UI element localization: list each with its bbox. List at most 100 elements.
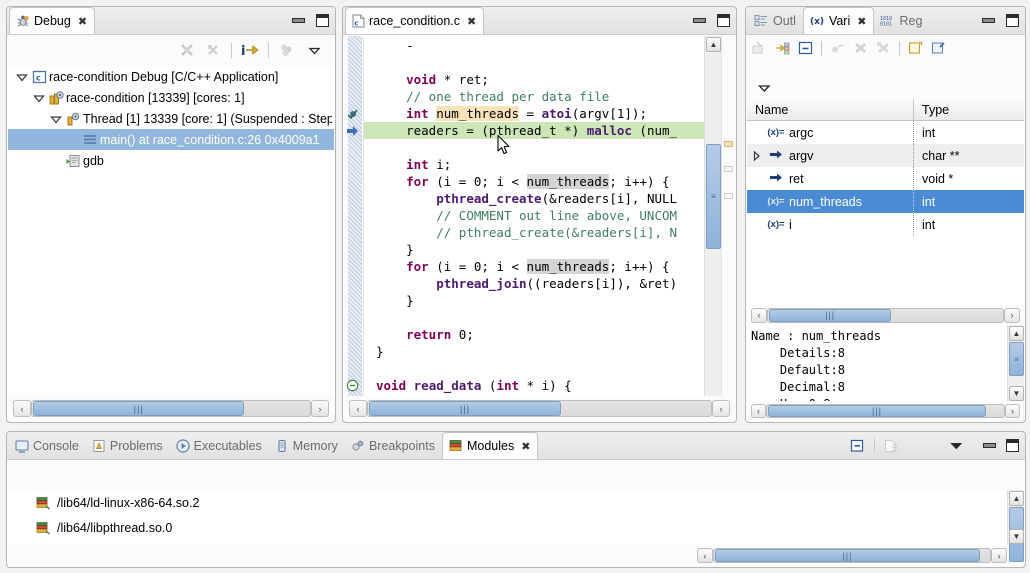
details-vscroll-thumb[interactable]: ≡ <box>1009 342 1024 376</box>
scroll-right-button[interactable]: › <box>1004 308 1020 323</box>
code-line[interactable]: } <box>364 241 704 258</box>
disconnect-icon[interactable] <box>179 42 196 58</box>
code-line[interactable] <box>364 309 704 326</box>
debug-hscroll-thumb[interactable]: ||| <box>33 401 244 416</box>
modules-list[interactable]: /lib64/ld-linux-x86-64.so.2/lib64/libpth… <box>8 490 1007 545</box>
variable-row[interactable]: argvchar ** <box>747 144 1024 167</box>
variable-row[interactable]: retvoid * <box>747 167 1024 190</box>
code-line[interactable]: - <box>364 37 704 54</box>
overview-marker-occurrence[interactable] <box>724 166 733 172</box>
scroll-left-button[interactable]: ‹ <box>349 400 367 417</box>
watch-icon[interactable] <box>830 41 845 55</box>
variables-hscroll-track[interactable]: ||| <box>767 308 1004 323</box>
close-icon[interactable]: ✖ <box>78 15 87 28</box>
code-line[interactable]: int i; <box>364 156 704 173</box>
minimize-button[interactable] <box>693 18 706 23</box>
maximize-button[interactable] <box>1006 14 1019 27</box>
scroll-left-button[interactable]: ‹ <box>13 400 31 417</box>
debug-tree-row[interactable]: main() at race_condition.c:26 0x4009a1 <box>8 129 334 150</box>
scroll-left-button[interactable]: ‹ <box>751 404 766 418</box>
expand-arrow-icon[interactable] <box>749 150 763 162</box>
code-line[interactable]: } <box>364 292 704 309</box>
editor-hscroll-track[interactable]: ||| <box>367 400 712 417</box>
scroll-down-button[interactable]: ▼ <box>1009 529 1024 544</box>
edit-watch-icon[interactable] <box>931 41 946 55</box>
debug-hscroll-track[interactable]: ||| <box>31 400 311 417</box>
debug-tree-row[interactable]: race-condition [13339] [cores: 1] <box>8 87 334 108</box>
code-line[interactable]: int num_threads = atoi(argv[1]); <box>364 105 704 122</box>
variable-row[interactable]: (x)=iint <box>747 213 1024 236</box>
breakpoint-marker-icon[interactable] <box>346 107 360 124</box>
code-line[interactable]: for (i = 0; i < num_threads; i++) { <box>364 173 704 190</box>
debug-tree-row[interactable]: Thread [1] 13339 [core: 1] (Suspended : … <box>8 108 334 129</box>
variable-row[interactable]: (x)=argcint <box>747 121 1024 144</box>
code-line[interactable]: readers = (pthread_t *) malloc (num_ <box>364 122 704 139</box>
debug-hscrollbar[interactable]: ‹ ||| › <box>8 396 334 421</box>
code-line[interactable]: // pthread_create(&readers[i], N <box>364 224 704 241</box>
code-line[interactable]: pthread_join((readers[i]), &ret) <box>364 275 704 292</box>
tab-executables[interactable]: Executables <box>170 432 269 459</box>
details-hscroll-track[interactable]: ||| <box>766 404 1005 418</box>
new-expression-icon[interactable] <box>908 41 923 55</box>
code-line[interactable] <box>364 360 704 377</box>
code-line[interactable]: // COMMENT out line above, UNCOM <box>364 207 704 224</box>
close-icon[interactable]: ✖ <box>467 15 476 28</box>
code-line[interactable] <box>364 54 704 71</box>
remove-all-terminated-icon[interactable] <box>205 42 222 58</box>
bottom-vscrollbar[interactable]: ▲ ≡ ▼ <box>1007 490 1024 545</box>
collapse-all-icon[interactable] <box>850 439 865 453</box>
overview-marker-breakpoint[interactable] <box>724 141 733 147</box>
code-line[interactable]: void read_data (int * i) { <box>364 377 704 394</box>
editor-marker-ruler[interactable] <box>344 36 364 421</box>
minimize-button[interactable] <box>292 18 305 23</box>
code-line[interactable] <box>364 139 704 156</box>
tab-memory[interactable]: Memory <box>269 432 345 459</box>
scroll-up-button[interactable]: ▲ <box>1009 491 1024 506</box>
maximize-button[interactable] <box>1006 439 1019 452</box>
fold-collapse-icon[interactable] <box>346 379 360 396</box>
tree-twisty-expanded[interactable] <box>48 113 64 125</box>
bottom-hscroll-track[interactable]: ||| <box>713 548 991 563</box>
bottom-view-menu[interactable] <box>950 441 963 455</box>
editor-vscroll-thumb[interactable]: ≡ <box>706 144 721 249</box>
debug-tree[interactable]: crace-condition Debug [C/C++ Application… <box>8 66 334 394</box>
show-type-names-icon[interactable] <box>775 41 790 55</box>
tab-problems[interactable]: Problems <box>86 432 170 459</box>
module-row[interactable]: /lib64/ld-linux-x86-64.so.2 <box>8 490 1007 515</box>
scroll-up-button[interactable]: ▲ <box>706 37 721 52</box>
tab-vari[interactable]: (x)=Vari✖ <box>803 7 875 35</box>
code-line[interactable]: return 0; <box>364 326 704 343</box>
scroll-right-button[interactable]: › <box>311 400 329 417</box>
module-row[interactable]: /lib64/libpthread.so.0 <box>8 515 1007 540</box>
tab-debug[interactable]: Debug ✖ <box>9 7 95 35</box>
close-icon[interactable]: ✖ <box>857 15 866 28</box>
bottom-hscrollbar[interactable]: ‹ ||| › <box>697 546 1007 565</box>
step-into-selection-icon[interactable]: i <box>241 42 259 58</box>
scroll-right-button[interactable]: › <box>712 400 730 417</box>
variables-table[interactable]: Name Type (x)=argcintargvchar **retvoid … <box>747 99 1024 305</box>
code-line[interactable]: } <box>364 343 704 360</box>
code-area[interactable]: - void * ret; // one thread per data fil… <box>364 36 704 421</box>
maximize-button[interactable] <box>717 14 730 27</box>
code-line[interactable]: // one thread per data file <box>364 88 704 105</box>
bottom-hscroll-thumb[interactable]: ||| <box>715 549 980 562</box>
column-header-name[interactable]: Name <box>747 99 914 120</box>
tree-twisty-expanded[interactable] <box>31 92 47 104</box>
code-line[interactable]: void * ret; <box>364 71 704 88</box>
code-line[interactable]: pthread_create(&readers[i], NULL <box>364 190 704 207</box>
tab-console[interactable]: Console <box>9 432 86 459</box>
debug-tree-row[interactable]: crace-condition Debug [C/C++ Application… <box>8 66 334 87</box>
editor-hscrollbar[interactable]: ‹ ||| › <box>344 396 735 421</box>
module-row[interactable]: /lib64/libc.so.6 <box>8 540 1007 545</box>
overview-marker-occurrence[interactable] <box>724 193 733 199</box>
scroll-right-button[interactable]: › <box>991 548 1007 563</box>
column-header-type[interactable]: Type <box>914 103 1024 117</box>
scroll-right-button[interactable]: › <box>1005 404 1020 418</box>
scroll-down-button[interactable]: ▼ <box>1009 386 1024 401</box>
tab-breakpoints[interactable]: Breakpoints <box>345 432 442 459</box>
drop-to-frame-icon[interactable] <box>278 42 295 58</box>
show-details-pane-icon[interactable] <box>798 41 813 55</box>
minimize-button[interactable] <box>983 443 996 448</box>
view-menu-icon[interactable] <box>308 44 321 57</box>
code-line[interactable]: for (i = 0; i < num_threads; i++) { <box>364 258 704 275</box>
